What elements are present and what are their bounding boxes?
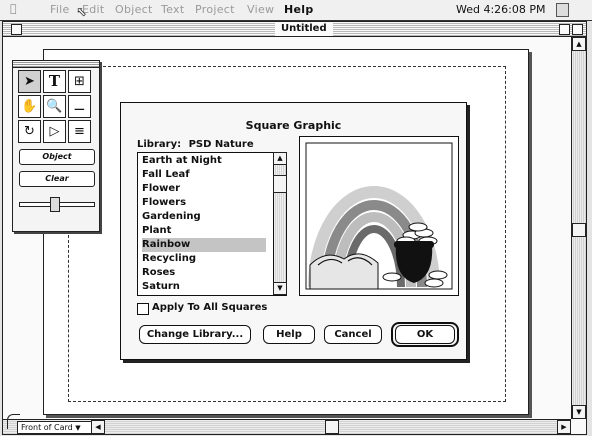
hand-tool-icon[interactable]: ✋ bbox=[18, 95, 41, 118]
menu-project[interactable]: Project bbox=[195, 3, 235, 16]
menu-bar:  File Edit Object Text Project View Hel… bbox=[0, 0, 592, 21]
scroll-left-arrow-icon[interactable]: ◀ bbox=[91, 420, 105, 434]
graphic-preview bbox=[299, 136, 459, 296]
clear-button[interactable]: Clear bbox=[19, 171, 95, 187]
list-item[interactable]: Plant bbox=[142, 224, 266, 238]
list-item-selected[interactable]: Rainbow bbox=[142, 238, 266, 252]
list-item[interactable]: Recycling bbox=[142, 252, 266, 266]
rotate-tool-icon[interactable]: ↻ bbox=[18, 120, 41, 143]
dialog-title: Square Graphic bbox=[245, 119, 342, 132]
library-label: Library: PSD Nature bbox=[137, 139, 254, 150]
list-scroll-up-icon[interactable]: ▲ bbox=[273, 152, 287, 165]
list-item[interactable]: Fall Leaf bbox=[142, 168, 266, 182]
rainbow-pot-of-gold-graphic bbox=[305, 142, 453, 290]
help-button[interactable]: Help bbox=[263, 325, 315, 344]
list-item[interactable]: Earth at Night bbox=[142, 154, 266, 168]
object-button[interactable]: Object bbox=[19, 149, 95, 165]
ok-button[interactable]: OK bbox=[395, 325, 455, 344]
tool-palette: ➤ T ⊞ ✋ 🔍 ⚊ ↻ ▷ ≡ Object Clear bbox=[12, 60, 100, 232]
vertical-scrollbar[interactable]: ▲ ▼ bbox=[571, 37, 586, 419]
arrow-tool-icon[interactable]: ➤ bbox=[18, 70, 41, 93]
menu-view[interactable]: View bbox=[247, 3, 274, 16]
apply-all-checkbox[interactable] bbox=[137, 303, 149, 315]
zoom-box-icon[interactable] bbox=[559, 24, 570, 35]
window-title: Untitled bbox=[275, 22, 333, 36]
graphic-list[interactable]: Earth at Night Fall Leaf Flower Flowers … bbox=[137, 152, 287, 296]
list-item[interactable]: Flowers bbox=[142, 196, 266, 210]
menu-text[interactable]: Text bbox=[161, 3, 184, 16]
flip-tool-icon[interactable]: ▷ bbox=[43, 120, 66, 143]
text-tool-icon[interactable]: T bbox=[43, 70, 66, 93]
library-label-text: Library: bbox=[137, 139, 182, 150]
library-name: PSD Nature bbox=[188, 139, 254, 150]
list-item[interactable]: Gardening bbox=[142, 210, 266, 224]
menu-object[interactable]: Object bbox=[115, 3, 153, 16]
menu-file[interactable]: File bbox=[50, 3, 70, 16]
zoom-tool-icon[interactable]: 🔍 bbox=[43, 95, 66, 118]
list-item[interactable]: Roses bbox=[142, 266, 266, 280]
mouse-cursor-icon: ⬁ bbox=[76, 5, 87, 20]
stack-tool-icon[interactable]: ≡ bbox=[68, 120, 91, 143]
cancel-button[interactable]: Cancel bbox=[324, 325, 382, 344]
horizontal-scroll-thumb[interactable] bbox=[325, 420, 339, 434]
window-title-bar[interactable]: Untitled bbox=[3, 22, 586, 37]
list-scroll-thumb[interactable] bbox=[273, 175, 287, 193]
palette-slider[interactable] bbox=[19, 197, 95, 212]
trash-tool-icon[interactable]: ⚊ bbox=[68, 95, 91, 118]
slider-knob[interactable] bbox=[50, 197, 60, 212]
scroll-up-arrow-icon[interactable]: ▲ bbox=[572, 37, 586, 51]
palette-title-bar[interactable] bbox=[13, 61, 99, 68]
apple-menu-icon[interactable]:  bbox=[10, 2, 17, 15]
close-box-icon[interactable] bbox=[11, 24, 22, 35]
frame-tool-icon[interactable]: ⊞ bbox=[68, 70, 91, 93]
card-side-selector[interactable]: Front of Card ▼ bbox=[17, 421, 92, 434]
list-item[interactable]: Flower bbox=[142, 182, 266, 196]
card-side-label: Front of Card bbox=[21, 423, 73, 432]
chevron-down-icon: ▼ bbox=[75, 424, 81, 432]
menu-help[interactable]: Help bbox=[284, 3, 314, 16]
apply-all-label: Apply To All Squares bbox=[152, 302, 268, 313]
application-menu-icon[interactable] bbox=[556, 3, 569, 17]
list-scrollbar[interactable]: ▲ ▼ bbox=[273, 152, 287, 295]
list-item[interactable]: Saturn bbox=[142, 280, 266, 294]
scroll-right-arrow-icon[interactable]: ▶ bbox=[557, 420, 571, 434]
collapse-box-icon[interactable] bbox=[572, 24, 583, 35]
square-graphic-dialog: Square Graphic Library: PSD Nature Earth… bbox=[120, 102, 467, 360]
change-library-button[interactable]: Change Library... bbox=[139, 325, 251, 344]
page-curl-icon bbox=[7, 414, 20, 429]
menu-clock: Wed 4:26:08 PM bbox=[456, 3, 546, 16]
vertical-scroll-thumb[interactable] bbox=[572, 223, 586, 237]
scroll-down-arrow-icon[interactable]: ▼ bbox=[572, 405, 586, 419]
list-scroll-down-icon[interactable]: ▼ bbox=[273, 282, 287, 295]
